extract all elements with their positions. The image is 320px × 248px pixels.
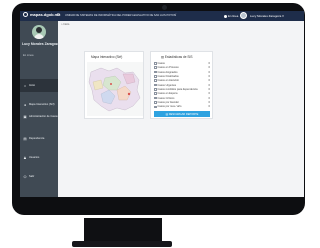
download-report-button[interactable]: ▤ DESCARGAR REPORTE: [154, 111, 210, 117]
stats-label: Casos Finalizados: [157, 75, 179, 79]
checkbox-icon: [154, 70, 157, 74]
sidebar: Lucy Morales Zaragoza En Línea ⌂ Inicio …: [20, 21, 60, 197]
stats-label: Casos en Atención: [157, 79, 180, 83]
sidebar-item-label: Mapa Interactivo (Sirf): [29, 103, 55, 106]
status-dot-icon: [224, 14, 227, 18]
checkbox-icon: [154, 79, 157, 82]
sidebar-item-label: Usuarios: [29, 156, 40, 159]
power-icon: ⏻: [23, 174, 27, 179]
stats-label: Casos Asignados: [157, 70, 178, 74]
sidebar-item-casos[interactable]: ▣ Administración de Casos: [20, 110, 58, 123]
sidebar-item-salir[interactable]: ⏻ Salir: [20, 170, 58, 183]
sidebar-item-label: Salir: [29, 175, 35, 178]
brand-text: mapas.dgob.mx: [30, 12, 61, 17]
stats-value: 0: [208, 75, 210, 79]
stats-value: 0: [208, 105, 210, 109]
stats-label: Casos en Espera: [157, 92, 178, 96]
stats-label: Casos: [157, 62, 165, 65]
home-icon: ⌂: [23, 83, 27, 88]
webcam-icon: [162, 5, 167, 10]
app-title: UNIDAD DE SISTEMAS DE INFORMÁTICA DEL PO…: [65, 14, 177, 17]
sidebar-item-label: Administración de Casos: [29, 115, 58, 118]
breadcrumb: ⌂ Inicio: [61, 23, 69, 26]
stats-list: Casos 0 Casos en Proceso 0 Casos Asignados…: [154, 62, 211, 110]
map-card: Mapa Interactivo (Sirf): [84, 51, 144, 119]
stats-value: 0: [208, 88, 210, 92]
stats-card: ▥ Estadísticas de SIS Casos 0 Casos en Pr…: [150, 51, 213, 119]
map-marker-icon: ●: [23, 102, 27, 107]
checkbox-icon: [154, 101, 157, 104]
stats-label: Casos Urgentes: [157, 83, 177, 87]
stats-label: Casos Críticos: [157, 96, 175, 100]
monitor-stand-base: [72, 241, 172, 247]
checkbox-icon: [154, 62, 157, 65]
download-report-label: DESCARGAR REPORTE: [168, 112, 199, 116]
stats-value: 0: [208, 66, 210, 70]
profile-status: En Línea: [23, 54, 34, 57]
sidebar-item-usuarios[interactable]: ♟ Usuarios: [20, 151, 58, 164]
top-bar: mapas.dgob.mx ≡ UNIDAD DE SISTEMAS DE IN…: [20, 11, 304, 21]
stats-label: Casos remitidos para dependencia: [157, 88, 198, 92]
stats-label: Casos por mes / año: [157, 105, 182, 109]
stats-value: 0: [208, 70, 210, 74]
screen: mapas.dgob.mx ≡ UNIDAD DE SISTEMAS DE IN…: [20, 11, 304, 197]
folder-icon: ▣: [23, 114, 27, 119]
checkbox-icon: [154, 88, 157, 91]
brand-logo[interactable]: mapas.dgob.mx: [23, 12, 61, 18]
stats-value: 0: [208, 79, 210, 83]
stats-row: Casos por mes / año 0: [154, 105, 211, 109]
profile-avatar: [32, 25, 46, 39]
profile-name: Lucy Morales Zaragoza: [22, 42, 60, 46]
status-indicator: En línea: [224, 14, 238, 18]
stats-label: Casos por Atender: [157, 101, 179, 105]
stats-card-title: ▥ Estadísticas de SIS: [161, 55, 193, 59]
menu-toggle-icon[interactable]: ≡: [57, 12, 60, 18]
map-card-title: Mapa Interactivo (Sirf): [91, 55, 123, 59]
stats-value: 0: [208, 96, 210, 100]
avatar-head: [36, 27, 42, 33]
stats-label: Casos en Proceso: [157, 66, 179, 70]
checkbox-icon: [154, 105, 157, 108]
building-icon: ▤: [23, 136, 27, 141]
checkbox-icon: [154, 83, 157, 87]
stats-value: 0: [208, 101, 210, 105]
checkbox-icon: [154, 96, 157, 100]
users-icon: ♟: [23, 155, 27, 160]
breadcrumb-item[interactable]: Inicio: [63, 23, 69, 26]
sidebar-item-label: Dependencia: [29, 137, 45, 140]
sidebar-item-dependencia[interactable]: ▤ Dependencia: [20, 132, 58, 145]
stats-value: 0: [208, 62, 210, 65]
stats-value: 0: [208, 83, 210, 87]
sidebar-item-inicio[interactable]: ⌂ Inicio: [20, 79, 58, 92]
chart-icon: ▥: [161, 55, 165, 59]
avatar[interactable]: [240, 12, 247, 19]
status-text: En línea: [228, 14, 239, 18]
state-map-image: [88, 67, 141, 112]
avatar-body: [34, 34, 44, 39]
interactive-map[interactable]: [87, 62, 143, 116]
stats-value: 0: [208, 92, 210, 96]
user-menu[interactable]: Lucy Morales Zaragoza ▾: [250, 14, 284, 18]
checkbox-icon: [154, 66, 157, 69]
stats-card-title-text: Estadísticas de SIS: [164, 55, 193, 59]
checkbox-icon: [154, 92, 157, 95]
sidebar-item-label: Inicio: [29, 84, 36, 87]
user-name: Lucy Morales Zaragoza: [250, 14, 282, 18]
location-icon: [23, 12, 28, 18]
checkbox-icon: [154, 75, 157, 78]
